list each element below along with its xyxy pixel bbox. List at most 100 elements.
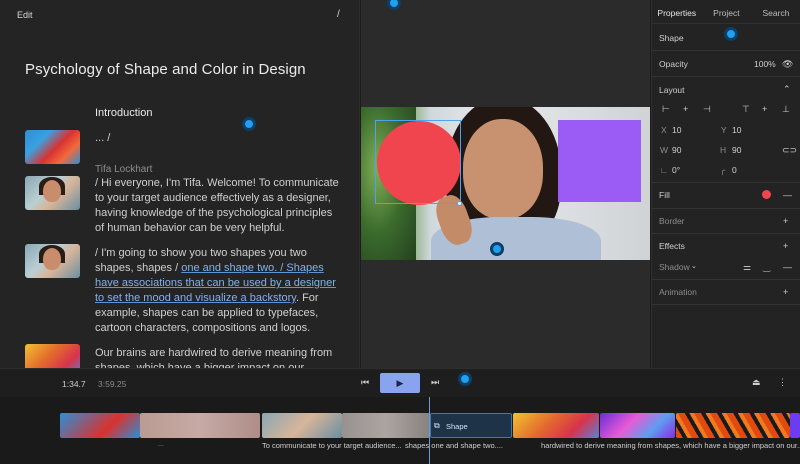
plus-icon[interactable]: + — [783, 216, 788, 226]
script-paragraph-3[interactable]: Our brains are hardwired to derive meani… — [95, 346, 340, 368]
opacity-value[interactable]: 100% — [754, 59, 776, 69]
script-editor-panel: Edit / Psychology of Shape and Color in … — [0, 0, 360, 368]
video-preview[interactable] — [361, 107, 650, 260]
speaker-label[interactable]: Tifa Lockhart — [95, 162, 340, 177]
align-top-icon[interactable]: ⊤ — [742, 104, 750, 114]
slash-command-button[interactable]: / — [337, 9, 340, 20]
resize-handle[interactable] — [457, 201, 462, 206]
w-value[interactable]: 90 — [672, 145, 681, 155]
divider — [652, 182, 800, 183]
playhead[interactable] — [429, 397, 430, 464]
canvas-area — [361, 0, 650, 368]
chevron-down-icon[interactable]: ⌄ — [691, 262, 697, 272]
corner-radius-value[interactable]: 0 — [732, 165, 737, 175]
angle-icon: ∟ — [660, 165, 669, 175]
script-paragraph-empty[interactable]: ... / — [95, 131, 340, 146]
total-time: 3:59.25 — [98, 379, 127, 389]
cursor-marker — [724, 27, 738, 41]
divider — [652, 208, 800, 209]
transport-bar: 1:34.7 3:59.25 ⏮ ▶ ⏭ ⏏ ⋮ — [0, 368, 800, 397]
caption-segment[interactable]: hardwired to derive meaning from shapes,… — [541, 441, 800, 450]
sliders-icon[interactable]: ⚌ — [743, 262, 751, 272]
timeline-track[interactable]: ⧉ Shape ... To communicate to your targe… — [0, 397, 800, 464]
w-label: W — [660, 145, 669, 155]
cursor-marker — [490, 242, 504, 256]
minus-icon[interactable]: — — [783, 262, 792, 272]
divider — [652, 279, 800, 280]
tab-properties[interactable]: Properties — [652, 0, 702, 23]
shape-icon: ⧉ — [434, 421, 440, 430]
timeline-clip[interactable] — [342, 413, 430, 438]
timeline-clip[interactable] — [513, 413, 599, 438]
timeline-clip[interactable] — [676, 413, 790, 438]
shape-clip[interactable] — [430, 413, 512, 438]
link-icon[interactable]: ⊂⊃ — [782, 145, 797, 155]
align-center-h-icon[interactable]: + — [683, 104, 688, 114]
corner-radius-icon: ╭ — [720, 165, 726, 175]
tab-search[interactable]: Search — [751, 0, 800, 23]
border-label: Border — [659, 216, 685, 226]
timeline-clip[interactable] — [262, 413, 342, 438]
more-icon[interactable]: ⋮ — [778, 377, 787, 388]
properties-panel: Properties Project Search Shape Opacity … — [651, 0, 800, 368]
cursor-marker — [242, 117, 256, 131]
divider — [652, 304, 800, 305]
script-paragraph-1[interactable]: / Hi everyone, I'm Tifa. Welcome! To com… — [95, 176, 340, 236]
shadow-label[interactable]: Shadow — [659, 262, 690, 272]
eye-icon[interactable]: 👁 — [782, 59, 793, 69]
scene-thumbnail-2[interactable] — [25, 176, 80, 210]
timeline-clip[interactable] — [600, 413, 675, 438]
skip-forward-icon[interactable]: ⏭ — [431, 377, 439, 388]
scene-thumbnail-4[interactable] — [25, 344, 80, 368]
fill-color-swatch[interactable] — [762, 190, 771, 199]
skip-back-icon[interactable]: ⏮ — [361, 377, 369, 388]
scene-thumbnail-1[interactable] — [25, 130, 80, 164]
script-paragraph-2[interactable]: / I'm going to show you two shapes you t… — [95, 246, 340, 336]
caption-segment[interactable]: shapes one and shape two.... — [405, 441, 505, 450]
tab-project[interactable]: Project — [702, 0, 752, 23]
shape-label: Shape — [659, 33, 684, 43]
caption-segment[interactable]: To communicate to your target audience..… — [262, 441, 404, 450]
divider — [652, 233, 800, 234]
minus-icon[interactable]: — — [783, 190, 792, 200]
section-heading[interactable]: Introduction — [95, 106, 340, 121]
effects-label: Effects — [659, 241, 685, 251]
edit-menu-label[interactable]: Edit — [17, 10, 33, 20]
x-label: X — [661, 125, 667, 135]
align-middle-v-icon[interactable]: + — [762, 104, 767, 114]
h-label: H — [720, 145, 727, 155]
play-icon: ▶ — [396, 377, 404, 388]
plus-icon[interactable]: + — [783, 287, 788, 297]
eject-icon[interactable]: ⏏ — [752, 377, 761, 388]
opacity-label: Opacity — [659, 59, 688, 69]
x-value[interactable]: 10 — [672, 125, 681, 135]
angle-value[interactable]: 0° — [672, 165, 680, 175]
divider — [652, 50, 800, 51]
align-left-icon[interactable]: ⊢ — [662, 104, 670, 114]
presenter-face — [463, 119, 543, 219]
align-bottom-icon[interactable]: ⊥ — [782, 104, 790, 114]
play-button[interactable]: ▶ — [380, 373, 420, 393]
timeline-clip[interactable] — [790, 413, 800, 438]
timeline-clip[interactable] — [140, 413, 260, 438]
fill-label: Fill — [659, 190, 670, 200]
divider — [652, 76, 800, 77]
document-title[interactable]: Psychology of Shape and Color in Design — [25, 61, 306, 78]
caption-dots: ... — [158, 441, 164, 448]
cursor-marker — [458, 372, 472, 386]
h-value[interactable]: 90 — [732, 145, 741, 155]
align-right-icon[interactable]: ⊣ — [703, 104, 711, 114]
plus-icon[interactable]: + — [783, 241, 788, 251]
selection-box[interactable] — [375, 120, 461, 204]
layout-label: Layout — [659, 85, 685, 95]
scene-thumbnail-3[interactable] — [25, 244, 80, 278]
current-time: 1:34.7 — [62, 379, 86, 389]
chevron-up-icon[interactable]: ⌃ — [783, 84, 791, 94]
properties-tabs: Properties Project Search — [652, 0, 800, 24]
animation-label: Animation — [659, 287, 697, 297]
purple-square-shape[interactable] — [558, 120, 641, 202]
smile-curve-icon[interactable]: ‿ — [763, 262, 770, 272]
y-value[interactable]: 10 — [732, 125, 741, 135]
timeline-clip[interactable] — [60, 413, 140, 438]
y-label: Y — [721, 125, 727, 135]
